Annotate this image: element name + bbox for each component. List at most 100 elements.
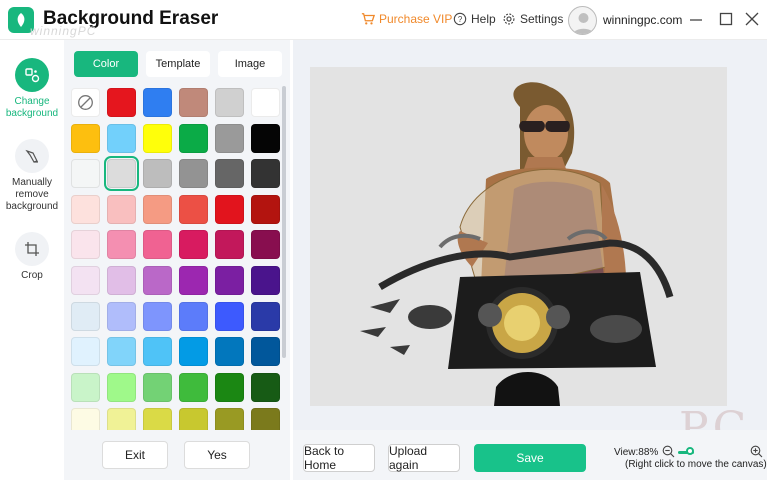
crop-icon [15,232,49,266]
tab-color[interactable]: Color [74,51,138,77]
color-swatch[interactable] [215,159,244,188]
color-swatch[interactable] [251,302,280,331]
zoom-in-button[interactable] [750,445,763,458]
color-swatch[interactable] [251,230,280,259]
zoom-out-icon [662,445,675,458]
color-swatch[interactable] [143,159,172,188]
color-swatch[interactable] [71,337,100,366]
purchase-vip-button[interactable]: Purchase VIP [361,12,452,26]
cart-icon [361,13,375,25]
color-swatch[interactable] [143,266,172,295]
maximize-icon [719,12,733,26]
color-swatch[interactable] [251,337,280,366]
color-swatch[interactable] [143,302,172,331]
color-swatch[interactable] [179,88,208,117]
tab-image[interactable]: Image [218,51,282,77]
svg-text:?: ? [458,15,463,24]
crop-label: Crop [21,270,43,281]
settings-button[interactable]: Settings [502,12,563,26]
color-swatch[interactable] [71,302,100,331]
save-button[interactable]: Save [474,444,586,472]
color-swatch[interactable] [71,159,100,188]
color-swatch[interactable] [215,124,244,153]
change-background-icon [15,58,49,92]
background-panel: Color Template Image [64,40,290,480]
color-swatch[interactable] [215,88,244,117]
color-swatch[interactable] [143,88,172,117]
color-swatch[interactable] [71,266,100,295]
color-swatch[interactable] [179,266,208,295]
color-swatch[interactable] [179,159,208,188]
color-swatch[interactable] [143,195,172,224]
color-swatch[interactable] [215,373,244,402]
color-swatch[interactable] [251,88,280,117]
help-icon: ? [453,12,467,26]
color-swatch[interactable] [143,337,172,366]
color-swatch[interactable] [71,195,100,224]
change-background-tool[interactable]: Change background [0,58,64,120]
zoom-slider-handle[interactable] [686,447,694,455]
crop-tool[interactable]: Crop [0,232,64,282]
color-swatch[interactable] [107,88,136,117]
panel-tabs: Color Template Image [74,51,282,77]
panel-scrollbar[interactable] [282,86,286,358]
color-swatch[interactable] [143,124,172,153]
color-swatch[interactable] [107,195,136,224]
color-swatch[interactable] [71,230,100,259]
color-swatch[interactable] [179,373,208,402]
no-color-swatch[interactable] [71,88,100,117]
color-swatch[interactable] [143,373,172,402]
color-swatch[interactable] [179,124,208,153]
color-swatch[interactable] [71,124,100,153]
color-swatch[interactable] [104,156,139,191]
color-swatch[interactable] [107,230,136,259]
color-swatch[interactable] [107,302,136,331]
color-swatch[interactable] [107,337,136,366]
color-swatch[interactable] [179,230,208,259]
color-swatch[interactable] [251,195,280,224]
canvas-area[interactable]: PC [293,40,767,454]
avatar[interactable] [568,6,597,35]
back-to-home-button[interactable]: Back to Home [303,444,375,472]
minimize-button[interactable] [688,11,704,27]
color-swatch[interactable] [107,266,136,295]
preview-image[interactable] [310,67,727,406]
color-swatch[interactable] [179,302,208,331]
exit-button[interactable]: Exit [102,441,168,469]
panel-footer: Exit Yes [64,430,290,480]
help-button[interactable]: ? Help [453,12,496,26]
color-swatch[interactable] [143,230,172,259]
view-zoom-label: View:88% [614,447,659,458]
change-background-label: Change background [5,96,59,119]
color-swatch[interactable] [179,195,208,224]
color-swatch[interactable] [215,195,244,224]
brush-icon [15,139,49,173]
color-swatch[interactable] [215,302,244,331]
maximize-button[interactable] [718,11,734,27]
color-swatch[interactable] [107,124,136,153]
color-swatch[interactable] [251,266,280,295]
close-icon [745,12,759,26]
manually-remove-tool[interactable]: Manually remove background [0,139,64,213]
color-swatch[interactable] [107,373,136,402]
zoom-out-button[interactable] [662,445,675,458]
yes-button[interactable]: Yes [184,441,250,469]
color-swatch[interactable] [251,124,280,153]
bottom-bar: Back to Home Upload again Save View:88% … [293,430,767,480]
purchase-vip-label: Purchase VIP [379,12,453,26]
color-swatch[interactable] [215,337,244,366]
color-swatch[interactable] [71,373,100,402]
color-swatch[interactable] [215,230,244,259]
color-swatch[interactable] [251,373,280,402]
color-swatch[interactable] [215,266,244,295]
close-button[interactable] [744,11,760,27]
zoom-in-icon [750,445,763,458]
watermark-text: winningPC [30,24,97,38]
username[interactable]: winningpc.com [603,13,682,27]
color-swatch[interactable] [179,337,208,366]
color-swatch[interactable] [251,159,280,188]
settings-label: Settings [520,12,564,26]
upload-again-button[interactable]: Upload again [388,444,460,472]
tab-template[interactable]: Template [146,51,210,77]
gear-icon [503,13,515,25]
